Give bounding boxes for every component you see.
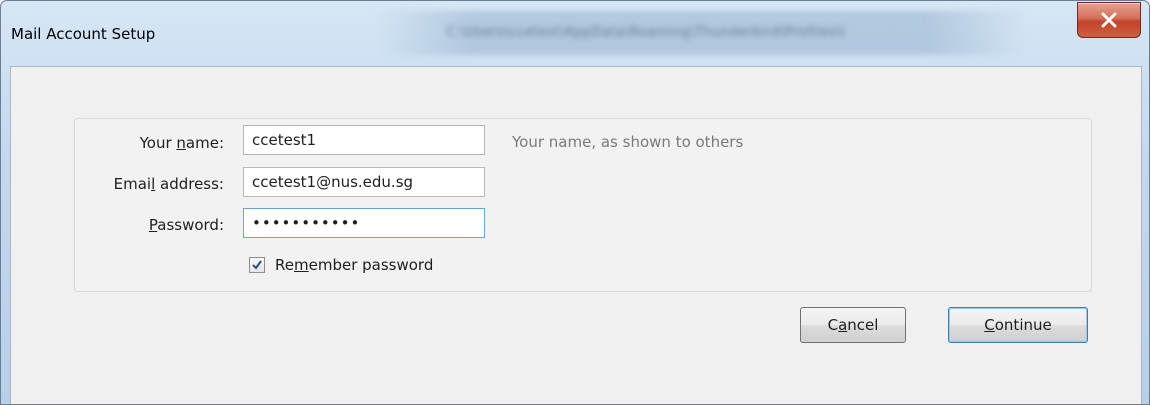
title-bar[interactable]: Mail Account Setup C:\Users\ccetest\AppD…: [1, 1, 1149, 66]
checkmark-icon: [252, 260, 262, 270]
dialog-body: Your name: Your name, as shown to others…: [10, 66, 1142, 404]
window-title: Mail Account Setup: [11, 25, 156, 43]
title-path-blurred: C:\Users\ccetest\AppData\Roaming\Thunder…: [376, 11, 1026, 55]
email-label: Email address:: [113, 175, 224, 193]
email-field[interactable]: [243, 167, 485, 197]
title-path-text: C:\Users\ccetest\AppData\Roaming\Thunder…: [446, 25, 846, 40]
name-hint: Your name, as shown to others: [512, 133, 744, 151]
password-label: Password:: [148, 216, 224, 234]
close-button[interactable]: [1077, 2, 1141, 38]
password-field[interactable]: [243, 208, 485, 238]
name-field[interactable]: [243, 125, 485, 155]
close-icon: [1101, 12, 1117, 28]
remember-password-label: Remember password: [275, 256, 434, 274]
continue-button[interactable]: Continue: [948, 307, 1088, 343]
remember-password-checkbox[interactable]: [249, 257, 265, 273]
mail-account-setup-window: Mail Account Setup C:\Users\ccetest\AppD…: [0, 0, 1150, 405]
name-label: Your name:: [139, 134, 224, 152]
cancel-button[interactable]: Cancel: [800, 307, 906, 343]
